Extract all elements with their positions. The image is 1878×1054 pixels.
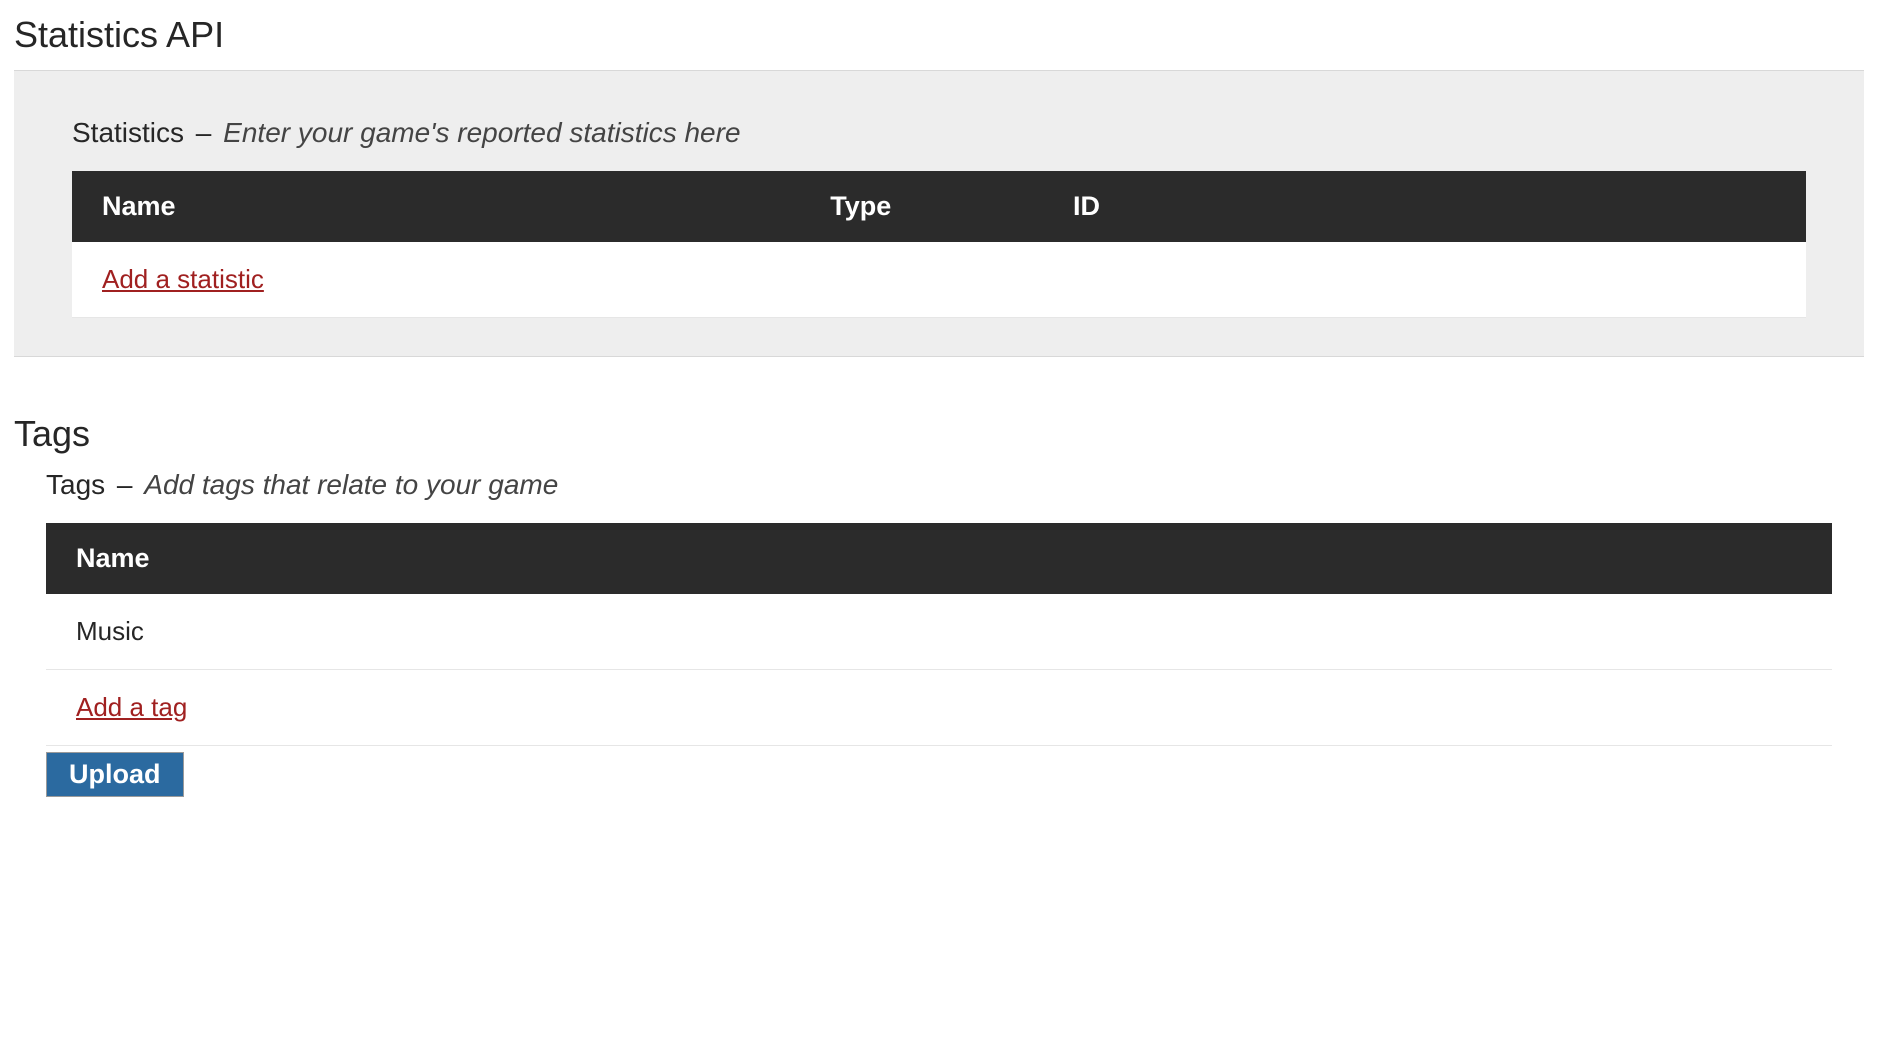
statistics-col-name: Name (72, 171, 800, 242)
table-row: Music (46, 594, 1832, 670)
tag-name-cell: Music (46, 594, 1832, 670)
tags-sub-label: Tags (46, 469, 105, 500)
tags-table: Name Music Add a tag (46, 523, 1832, 746)
add-statistic-link[interactable]: Add a statistic (102, 264, 264, 294)
tags-add-row: Add a tag (46, 670, 1832, 746)
tags-sub-sep: – (109, 469, 140, 500)
statistics-subheading: Statistics – Enter your game's reported … (72, 117, 1806, 149)
statistics-table: Name Type ID Add a statistic (72, 171, 1806, 318)
statistics-sub-label: Statistics (72, 117, 184, 148)
tags-panel: Tags – Add tags that relate to your game… (14, 469, 1864, 797)
statistics-sub-hint: Enter your game's reported statistics he… (223, 117, 740, 148)
statistics-panel: Statistics – Enter your game's reported … (14, 70, 1864, 357)
tags-heading: Tags (14, 413, 1864, 455)
statistics-sub-sep: – (188, 117, 219, 148)
add-tag-link[interactable]: Add a tag (76, 692, 187, 722)
statistics-col-id: ID (1043, 171, 1806, 242)
tags-sub-hint: Add tags that relate to your game (144, 469, 558, 500)
tags-subheading: Tags – Add tags that relate to your game (46, 469, 1832, 501)
statistics-add-row: Add a statistic (72, 242, 1806, 318)
tags-col-name: Name (46, 523, 1832, 594)
statistics-api-heading: Statistics API (14, 14, 1864, 56)
statistics-col-type: Type (800, 171, 1043, 242)
upload-button[interactable]: Upload (46, 752, 184, 797)
